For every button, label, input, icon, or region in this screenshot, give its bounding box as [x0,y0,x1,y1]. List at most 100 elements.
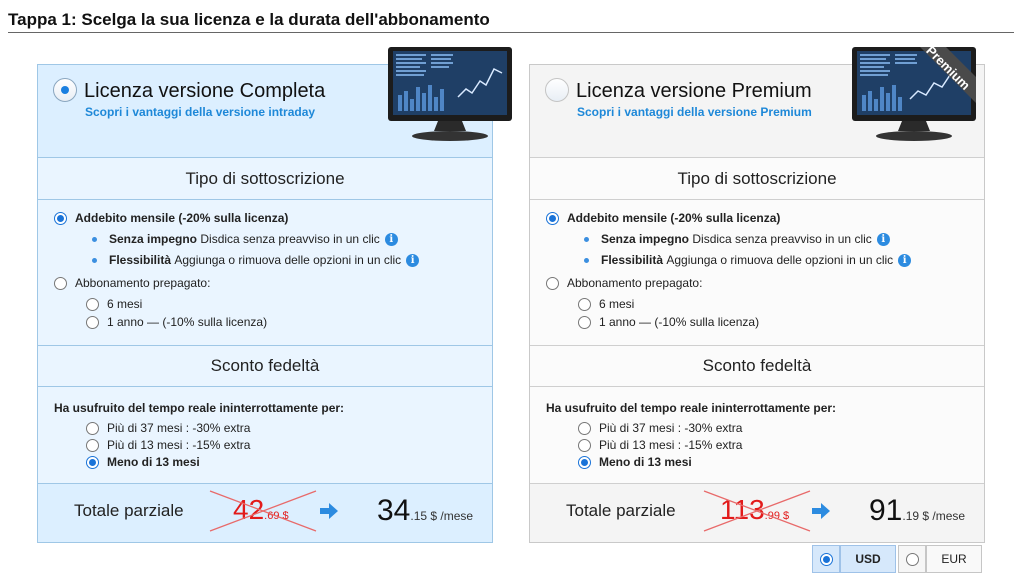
prepaid-12-radio[interactable] [578,315,591,329]
loyalty-13-radio[interactable] [578,438,591,452]
feature1-text: Disdica senza preavviso in un clic [200,232,380,246]
prepaid-12-radio[interactable] [86,315,99,329]
prepaid-option[interactable]: Abbonamento prepagato: [54,276,210,290]
subscription-type-title: Tipo di sottoscrizione [677,169,837,188]
license-header[interactable]: Licenza versione Completa Scopri i vanta… [38,47,512,158]
loyalty-discount-header: Sconto fedeltà [530,346,984,387]
monthly-radio[interactable] [546,211,559,225]
currency-selector: USD EUR [812,545,982,573]
prepaid-12-label: 1 anno — (-10% sulla licenza) [599,315,760,329]
license-benefits-link[interactable]: Scopri i vantaggi della versione intrada… [85,105,315,119]
loyalty-37-label: Più di 37 mesi : -30% extra [107,421,251,435]
new-price-int: 91 [869,494,903,527]
prepaid-6-label: 6 mesi [599,297,635,311]
prepaid-1-year[interactable]: 1 anno — (-10% sulla licenza) [578,315,759,329]
prepaid-radio[interactable] [546,276,559,290]
prepaid-1-year[interactable]: 1 anno — (-10% sulla licenza) [86,315,267,329]
loyalty-less-label: Meno di 13 mesi [107,455,200,469]
loyalty-37[interactable]: Più di 37 mesi : -30% extra [578,421,742,435]
info-icon[interactable]: i [898,253,912,267]
new-price: 91.19 $ /mese [869,494,965,528]
prepaid-radio[interactable] [54,276,67,290]
info-icon[interactable]: i [384,232,398,246]
prepaid-6-months[interactable]: 6 mesi [86,297,142,311]
loyalty-37-radio[interactable] [86,421,99,435]
loyalty-less-13[interactable]: Meno di 13 mesi [578,455,692,469]
page-title: Tappa 1: Scelga la sua licenza e la dura… [8,10,490,29]
monitor-chart-icon: Premium [852,45,976,141]
info-icon[interactable]: i [876,232,890,246]
new-price-int: 34 [377,494,411,527]
subscription-type-header: Tipo di sottoscrizione [530,158,984,200]
currency-usd-radio-box[interactable] [812,545,840,573]
loyalty-13[interactable]: Più di 13 mesi : -15% extra [578,438,742,452]
subtotal-label: Totale parziale [566,501,676,520]
loyalty-question: Ha usufruito del tempo reale ininterrott… [54,401,345,415]
feature2-text: Aggiunga o rimuova delle opzioni in un c… [666,253,894,267]
feature2-text: Aggiunga o rimuova delle opzioni in un c… [174,253,402,267]
feature1-bold: Senza impegno [109,232,198,246]
prepaid-option[interactable]: Abbonamento prepagato: [546,276,702,290]
prepaid-6-months[interactable]: 6 mesi [578,297,634,311]
feature1-text: Disdica senza preavviso in un clic [692,232,872,246]
loyalty-37-radio[interactable] [578,421,591,435]
loyalty-13[interactable]: Più di 13 mesi : -15% extra [86,438,250,452]
loyalty-less-13[interactable]: Meno di 13 mesi [86,455,200,469]
title-divider [8,32,1014,33]
currency-eur-radio[interactable] [905,552,919,566]
loyalty-37-label: Più di 37 mesi : -30% extra [599,421,743,435]
license-benefits-link[interactable]: Scopri i vantaggi della versione Premium [577,105,812,119]
license-title: Licenza versione Premium [576,80,812,102]
feature-flexibility: Flessibilità Aggiunga o rimuova delle op… [584,253,912,267]
feature-no-commitment: Senza impegno Disdica senza preavviso in… [584,232,890,246]
bullet-icon [584,236,589,242]
prepaid-6-radio[interactable] [86,297,99,311]
license-title: Licenza versione Completa [84,80,326,102]
strikethrough-icon [209,490,317,532]
monitor-chart-icon [388,47,512,141]
subscription-type-header: Tipo di sottoscrizione [38,158,492,200]
loyalty-less-radio[interactable] [86,455,99,469]
monthly-radio[interactable] [54,211,67,225]
new-price: 34.15 $ /mese [377,494,473,528]
bullet-icon [92,257,97,263]
arrow-right-icon [812,503,830,519]
prepaid-6-radio[interactable] [578,297,591,311]
prepaid-label: Abbonamento prepagato: [567,276,703,290]
license-complete-radio[interactable] [53,78,77,102]
feature-no-commitment: Senza impegno Disdica senza preavviso in… [92,232,398,246]
license-panel-complete: Licenza versione Completa Scopri i vanta… [37,47,512,543]
info-icon[interactable]: i [406,253,420,267]
loyalty-discount-header: Sconto fedeltà [38,346,492,387]
monthly-label: Addebito mensile (-20% sulla licenza) [567,211,781,225]
bullet-icon [584,257,589,263]
new-price-dec: .15 $ /mese [410,509,474,523]
loyalty-question: Ha usufruito del tempo reale ininterrott… [546,401,837,415]
prepaid-12-label: 1 anno — (-10% sulla licenza) [107,315,268,329]
subtotal-row: Totale parziale 42.69 $ 34.15 $ /mese [38,484,492,542]
loyalty-13-label: Più di 13 mesi : -15% extra [599,438,743,452]
license-panel-premium: Licenza versione Premium Scopri i vantag… [529,45,985,543]
loyalty-discount-title: Sconto fedeltà [702,356,812,375]
currency-eur-button[interactable]: EUR [926,545,982,573]
monthly-label: Addebito mensile (-20% sulla licenza) [75,211,289,225]
loyalty-13-radio[interactable] [86,438,99,452]
monthly-option[interactable]: Addebito mensile (-20% sulla licenza) [54,211,288,225]
loyalty-37[interactable]: Più di 37 mesi : -30% extra [86,421,250,435]
feature-flexibility: Flessibilità Aggiunga o rimuova delle op… [92,253,420,267]
currency-usd-button[interactable]: USD [840,545,896,573]
monthly-option[interactable]: Addebito mensile (-20% sulla licenza) [546,211,780,225]
currency-usd-radio[interactable] [819,552,833,566]
license-header[interactable]: Licenza versione Premium Scopri i vantag… [530,45,984,158]
prepaid-6-label: 6 mesi [107,297,143,311]
loyalty-less-radio[interactable] [578,455,591,469]
subscription-options: Addebito mensile (-20% sulla licenza) Se… [38,200,492,346]
new-price-dec: .19 $ /mese [902,509,966,523]
subscription-options: Addebito mensile (-20% sulla licenza) Se… [530,200,984,346]
loyalty-13-label: Più di 13 mesi : -15% extra [107,438,251,452]
currency-eur-radio-box[interactable] [898,545,926,573]
bullet-icon [92,236,97,242]
feature2-bold: Flessibilità [601,253,664,267]
prepaid-label: Abbonamento prepagato: [75,276,211,290]
license-premium-radio[interactable] [545,78,569,102]
